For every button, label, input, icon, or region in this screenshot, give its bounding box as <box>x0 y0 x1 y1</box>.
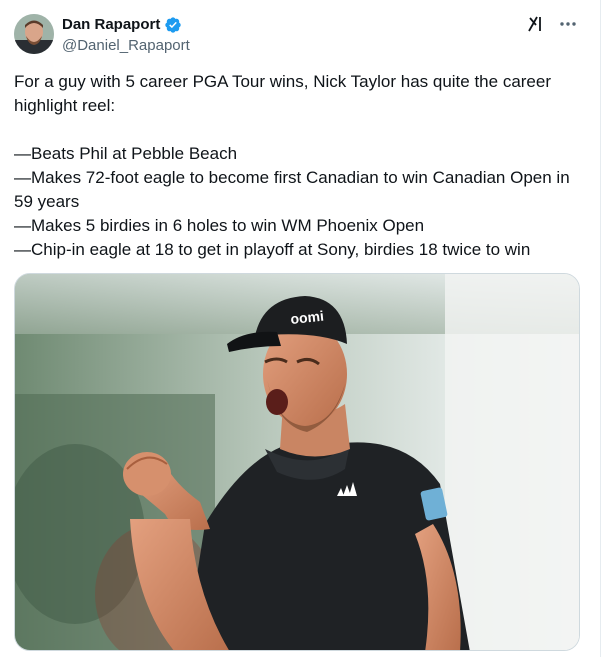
tweet-item: —Makes 5 birdies in 6 holes to win WM Ph… <box>14 216 425 235</box>
tweet-intro: For a guy with 5 career PGA Tour wins, N… <box>14 72 552 115</box>
verified-badge-icon <box>164 16 182 34</box>
display-name[interactable]: Dan Rapaport <box>62 16 160 34</box>
tweet-text: For a guy with 5 career PGA Tour wins, N… <box>14 70 584 262</box>
more-icon[interactable] <box>558 14 578 34</box>
tweet-photo[interactable]: oomi <box>14 273 580 651</box>
author-handle[interactable]: @Daniel_Rapaport <box>62 37 190 55</box>
avatar[interactable] <box>14 14 54 54</box>
author-name-row: Dan Rapaport <box>62 16 182 34</box>
tweet-item: —Beats Phil at Pebble Beach <box>14 144 238 163</box>
grok-icon[interactable] <box>526 14 546 34</box>
tweet-item: —Chip-in eagle at 18 to get in playoff a… <box>14 240 531 259</box>
tweet-card: Dan Rapaport @Daniel_Rapaport For a guy … <box>0 0 601 657</box>
tweet-item: —Makes 72-foot eagle to become first Can… <box>14 168 570 211</box>
top-actions <box>526 14 578 34</box>
